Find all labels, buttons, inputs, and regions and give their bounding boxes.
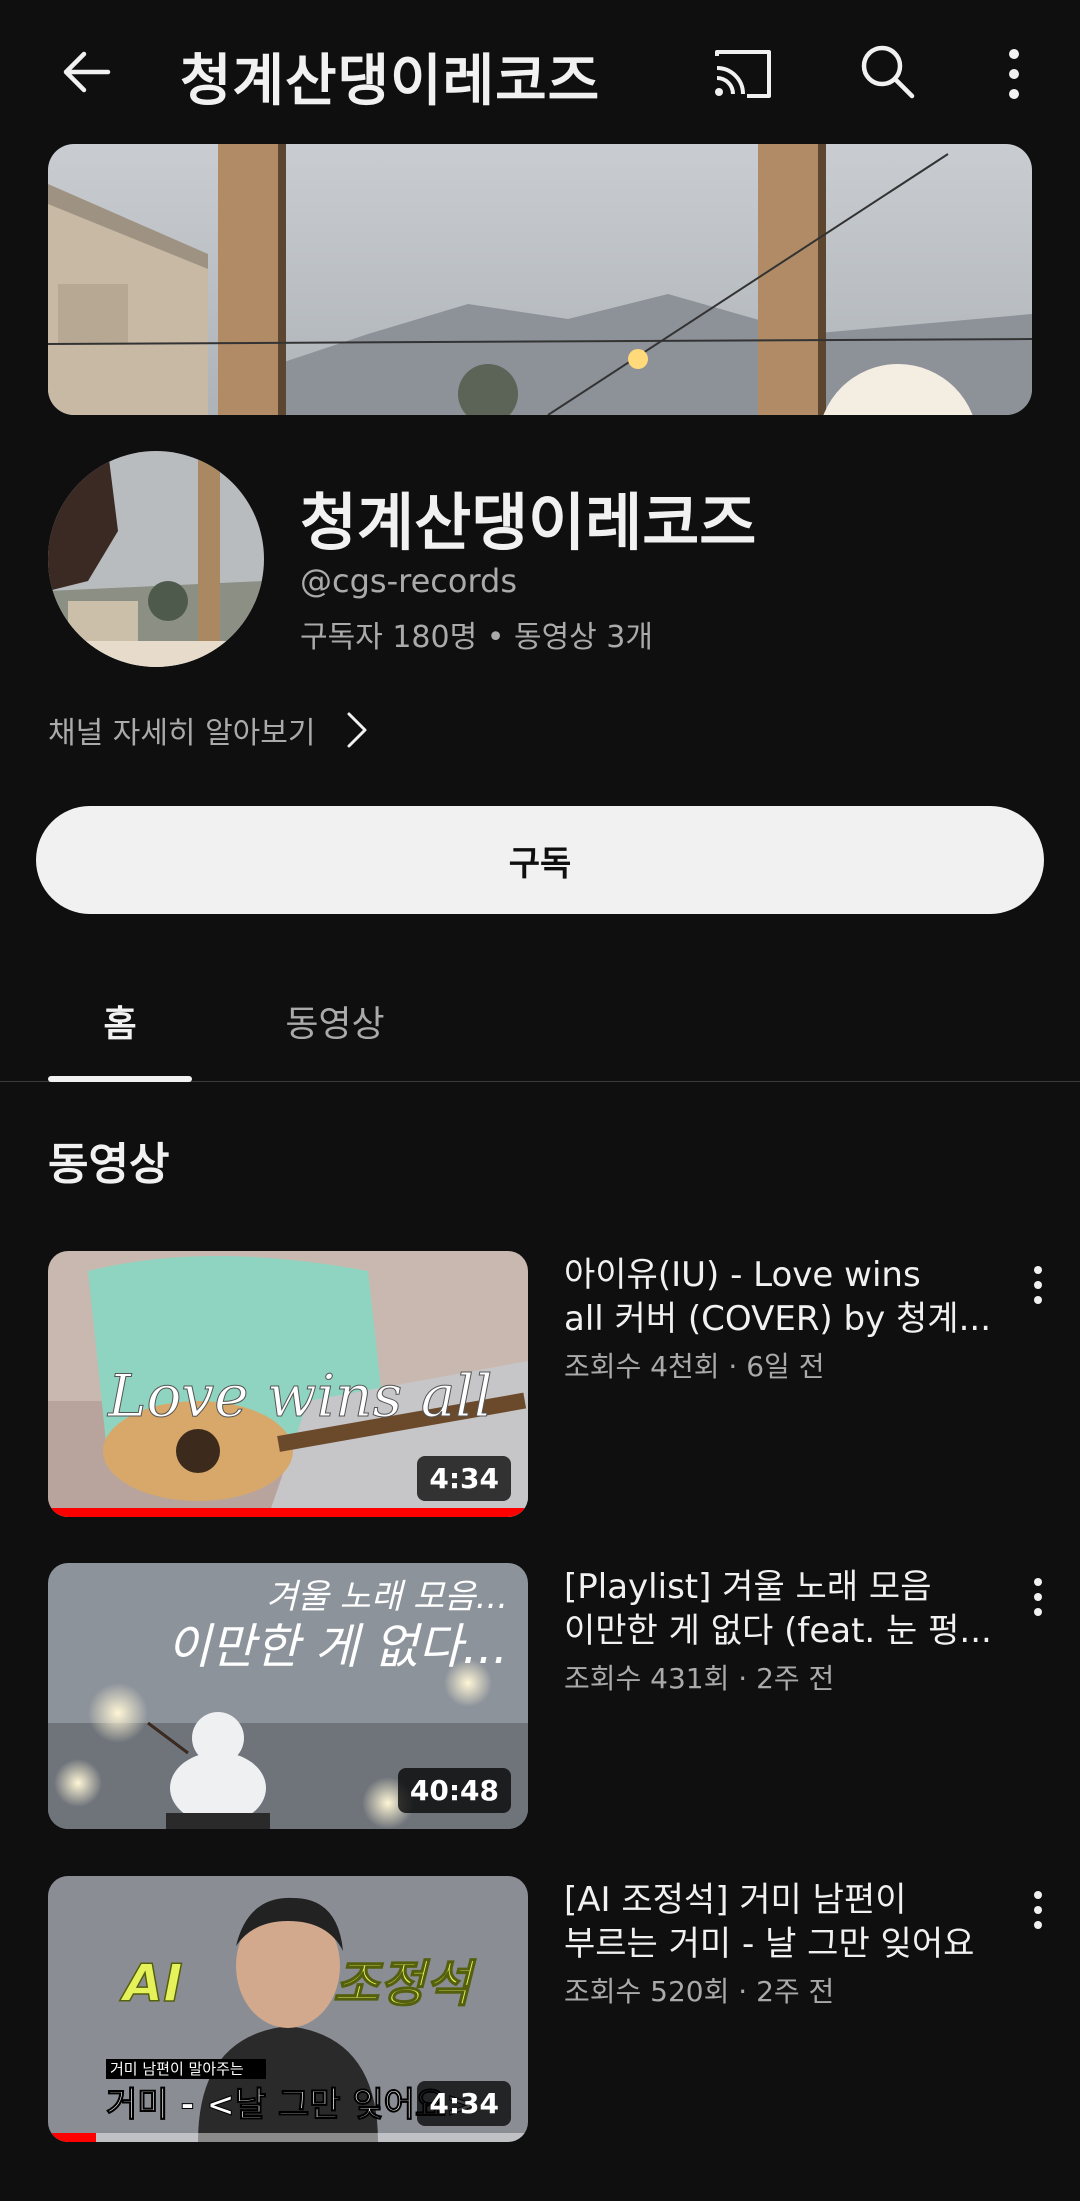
more-vertical-icon bbox=[1034, 1266, 1042, 1304]
channel-tabs: 홈 동영상 bbox=[0, 960, 1080, 1082]
video-title: [AI 조정석] 거미 남편이 부르는 거미 - 날 그만 잊어요 bbox=[564, 1880, 975, 1964]
video-duration: 4:34 bbox=[417, 2081, 511, 2126]
cast-icon bbox=[715, 50, 771, 98]
video-more-button[interactable] bbox=[1018, 1882, 1058, 1938]
video-meta: 조회수 520회 · 2주 전 bbox=[564, 1975, 835, 2008]
video-item[interactable]: Love wins all 4:34 아이유(IU) - Love wins a… bbox=[0, 1251, 1080, 1521]
section-title: 동영상 bbox=[48, 1139, 170, 1190]
channel-banner bbox=[48, 144, 1032, 415]
video-meta: 조회수 4천회 · 6일 전 bbox=[564, 1350, 825, 1383]
watch-progress-bar bbox=[48, 2133, 96, 2142]
tab-videos[interactable]: 동영상 bbox=[270, 960, 400, 1082]
channel-about-link[interactable]: 채널 자세히 알아보기 bbox=[48, 702, 369, 758]
thumbnail-text-name: 조정석 bbox=[333, 1955, 477, 2013]
more-vertical-icon bbox=[1034, 1891, 1042, 1929]
back-button[interactable] bbox=[46, 36, 126, 108]
video-title: [Playlist] 겨울 노래 모음 이만한 게 없다 (feat. 눈 펑.… bbox=[564, 1567, 992, 1651]
channel-avatar[interactable] bbox=[48, 451, 264, 667]
page-title: 청계산댕이레코즈 bbox=[180, 49, 601, 114]
arrow-left-icon bbox=[63, 51, 111, 93]
thumbnail-text-small: 겨울 노래 모음... bbox=[266, 1577, 508, 1617]
search-icon bbox=[861, 45, 915, 99]
video-meta: 조회수 431회 · 2주 전 bbox=[564, 1662, 835, 1695]
video-thumbnail[interactable]: AI 조정석 거미 남편이 말아주는 거미 - <날 그만 잊어요> 4:34 bbox=[48, 1876, 528, 2142]
video-item[interactable]: AI 조정석 거미 남편이 말아주는 거미 - <날 그만 잊어요> 4:34 … bbox=[0, 1876, 1080, 2146]
thumbnail-text: Love wins all bbox=[107, 1362, 492, 1430]
video-more-button[interactable] bbox=[1018, 1569, 1058, 1625]
tab-home[interactable]: 홈 bbox=[48, 960, 192, 1082]
search-button[interactable] bbox=[850, 34, 926, 110]
watch-progress-bar bbox=[48, 1508, 528, 1517]
watch-progress-track bbox=[48, 2133, 528, 2142]
channel-handle: @cgs-records bbox=[300, 562, 518, 600]
channel-about-label: 채널 자세히 알아보기 bbox=[48, 716, 316, 751]
thumbnail-caption-small: 거미 남편이 말아주는 bbox=[110, 2060, 244, 2078]
thumbnail-text-ai: AI bbox=[119, 1954, 183, 2014]
more-vertical-icon bbox=[1009, 49, 1019, 99]
top-app-bar: 청계산댕이레코즈 bbox=[0, 0, 1080, 146]
channel-name: 청계산댕이레코즈 bbox=[300, 486, 757, 559]
video-title: 아이유(IU) - Love wins all 커버 (COVER) by 청계… bbox=[564, 1255, 992, 1339]
video-duration: 40:48 bbox=[397, 1768, 511, 1813]
channel-stats: 구독자 180명 • 동영상 3개 bbox=[300, 620, 653, 655]
video-item[interactable]: 겨울 노래 모음... 이만한 게 없다... 40:48 [Playlist]… bbox=[0, 1563, 1080, 1833]
chevron-right-icon bbox=[347, 712, 367, 748]
video-more-button[interactable] bbox=[1018, 1257, 1058, 1313]
video-thumbnail[interactable]: 겨울 노래 모음... 이만한 게 없다... 40:48 bbox=[48, 1563, 528, 1829]
video-thumbnail[interactable]: Love wins all 4:34 bbox=[48, 1251, 528, 1517]
thumbnail-text-big: 이만한 게 없다... bbox=[167, 1619, 508, 1675]
cast-button[interactable] bbox=[705, 36, 781, 112]
subscribe-button[interactable]: 구독 bbox=[36, 806, 1044, 914]
video-duration: 4:34 bbox=[417, 1456, 511, 1501]
more-vertical-icon bbox=[1034, 1578, 1042, 1616]
more-options-button[interactable] bbox=[990, 36, 1038, 112]
